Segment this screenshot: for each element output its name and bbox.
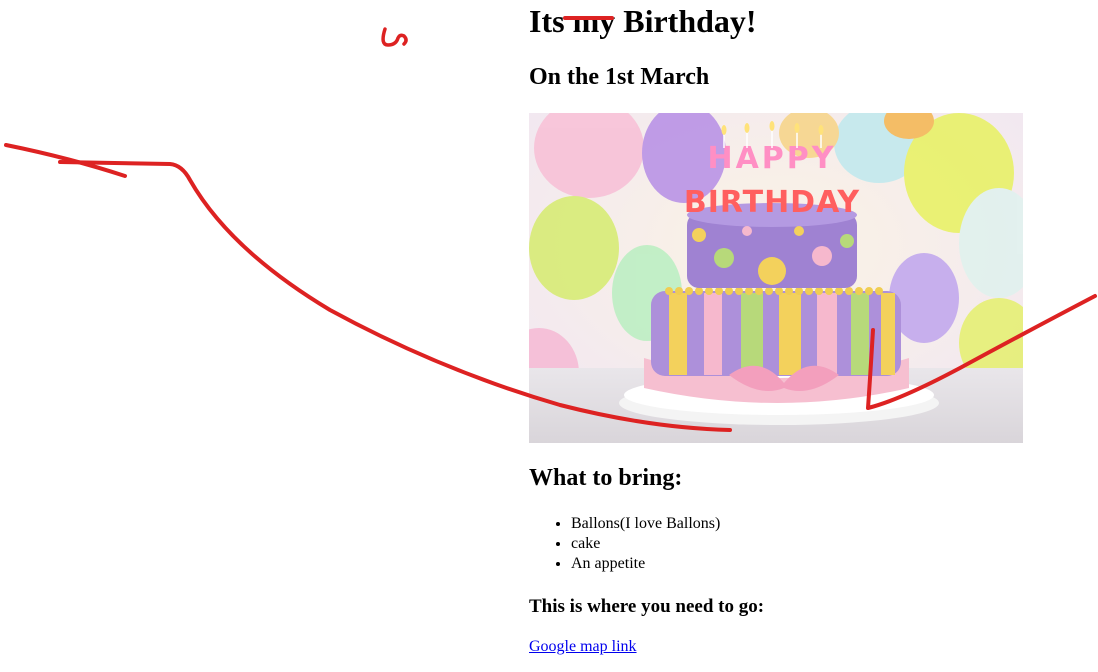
page: Its my Birthday! On the 1st March HAPPY …: [0, 0, 1098, 672]
list-item: cake: [571, 534, 720, 554]
page-title: Its my Birthday!: [529, 3, 757, 39]
page-subtitle: On the 1st March: [529, 64, 710, 90]
birthday-cake-image: HAPPY BIRTHDAY: [529, 113, 1023, 443]
list-item: Ballons(I love Ballons): [571, 514, 720, 534]
bring-list: Ballons(I love Ballons) cake An appetite: [529, 514, 720, 574]
bring-heading: What to bring:: [529, 465, 683, 491]
google-map-link[interactable]: Google map link: [529, 637, 637, 657]
location-heading: This is where you need to go:: [529, 596, 765, 617]
arc-stroke: [4, 143, 127, 178]
squiggle-stroke: [381, 27, 408, 47]
cake-candles-birthday: BIRTHDAY: [684, 185, 861, 220]
list-item: An appetite: [571, 554, 720, 574]
